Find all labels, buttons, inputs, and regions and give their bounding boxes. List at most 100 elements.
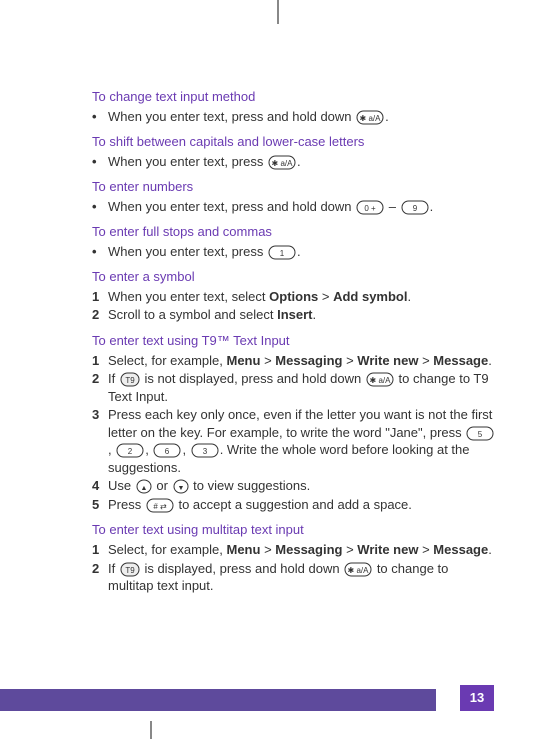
bold-text: Insert xyxy=(277,307,312,322)
page-crop-mark-bottom xyxy=(150,721,152,739)
key-aA-icon: ✱ a/A xyxy=(344,562,372,577)
bold-text: Message xyxy=(433,542,488,557)
step-item: •When you enter text, press and hold dow… xyxy=(92,108,496,126)
step-marker: • xyxy=(92,198,108,216)
step-list: •When you enter text, press and hold dow… xyxy=(92,198,496,216)
svg-text:▲: ▲ xyxy=(140,485,147,492)
step-item: 2Scroll to a symbol and select Insert. xyxy=(92,306,496,324)
bold-text: Add symbol xyxy=(333,289,407,304)
step-list: •When you enter text, press 1. xyxy=(92,243,496,261)
svg-text:3: 3 xyxy=(202,447,207,456)
key-up-icon: ▲ xyxy=(136,479,152,494)
page-crop-mark-top xyxy=(277,0,279,24)
key-aA-icon: ✱ a/A xyxy=(356,110,384,125)
step-marker: 2 xyxy=(92,306,108,324)
svg-text:✱ a/A: ✱ a/A xyxy=(348,566,370,575)
svg-text:T9: T9 xyxy=(125,376,135,385)
step-marker: 1 xyxy=(92,352,108,370)
section-title: To change text input method xyxy=(92,88,496,106)
section-title: To enter numbers xyxy=(92,178,496,196)
section-title: To enter a symbol xyxy=(92,268,496,286)
bold-text: Message xyxy=(433,353,488,368)
page-content: To change text input method•When you ent… xyxy=(0,0,556,595)
bold-text: Options xyxy=(269,289,318,304)
bold-text: Write new xyxy=(357,353,418,368)
step-item: 1When you enter text, select Options > A… xyxy=(92,288,496,306)
section-title: To enter text using T9™ Text Input xyxy=(92,332,496,350)
key-hash-icon: # ⇄ xyxy=(146,498,174,513)
svg-text:T9: T9 xyxy=(125,566,135,575)
key-9-icon: 9 xyxy=(401,200,429,215)
svg-text:5: 5 xyxy=(478,430,483,439)
key-2-icon: 2 xyxy=(116,443,144,458)
step-body: Scroll to a symbol and select Insert. xyxy=(108,306,496,324)
svg-text:6: 6 xyxy=(165,447,170,456)
step-item: 3Press each key only once, even if the l… xyxy=(92,406,496,476)
step-body: If T9 is displayed, press and hold down … xyxy=(108,560,496,595)
step-marker: • xyxy=(92,153,108,171)
step-marker: 5 xyxy=(92,496,108,514)
step-item: 2If T9 is displayed, press and hold down… xyxy=(92,560,496,595)
step-marker: 4 xyxy=(92,477,108,495)
svg-text:9: 9 xyxy=(412,204,417,213)
step-body: When you enter text, press 1. xyxy=(108,243,496,261)
step-item: 4Use ▲ or ▼ to view suggestions. xyxy=(92,477,496,495)
step-list: 1Select, for example, Menu > Messaging >… xyxy=(92,541,496,595)
step-list: •When you enter text, press and hold dow… xyxy=(92,108,496,126)
step-body: Press each key only once, even if the le… xyxy=(108,406,496,476)
step-item: •When you enter text, press ✱ a/A. xyxy=(92,153,496,171)
step-body: Select, for example, Menu > Messaging > … xyxy=(108,352,496,370)
step-body: Press # ⇄ to accept a suggestion and add… xyxy=(108,496,496,514)
section-title: To shift between capitals and lower-case… xyxy=(92,133,496,151)
svg-text:# ⇄: # ⇄ xyxy=(153,502,167,511)
step-body: If T9 is not displayed, press and hold d… xyxy=(108,370,496,405)
step-item: 5Press # ⇄ to accept a suggestion and ad… xyxy=(92,496,496,514)
step-list: •When you enter text, press ✱ a/A. xyxy=(92,153,496,171)
bold-text: Menu xyxy=(227,353,261,368)
bold-text: Menu xyxy=(227,542,261,557)
bold-text: Messaging xyxy=(275,542,342,557)
bold-text: Messaging xyxy=(275,353,342,368)
step-marker: • xyxy=(92,243,108,261)
key-3-icon: 3 xyxy=(191,443,219,458)
step-body: When you enter text, press and hold down… xyxy=(108,198,496,216)
step-marker: • xyxy=(92,108,108,126)
key-1-icon: 1 xyxy=(268,245,296,260)
key-down-icon: ▼ xyxy=(173,479,189,494)
section-title: To enter text using multitap text input xyxy=(92,521,496,539)
page-footer: 13 xyxy=(0,685,556,711)
step-body: When you enter text, press ✱ a/A. xyxy=(108,153,496,171)
step-body: When you enter text, select Options > Ad… xyxy=(108,288,496,306)
svg-text:✱ a/A: ✱ a/A xyxy=(360,114,382,123)
svg-text:1: 1 xyxy=(280,249,285,258)
key-aA-icon: ✱ a/A xyxy=(366,372,394,387)
step-item: 2If T9 is not displayed, press and hold … xyxy=(92,370,496,405)
key-6-icon: 6 xyxy=(153,443,181,458)
step-marker: 3 xyxy=(92,406,108,424)
step-item: 1Select, for example, Menu > Messaging >… xyxy=(92,541,496,559)
svg-text:▼: ▼ xyxy=(177,485,184,492)
step-marker: 2 xyxy=(92,370,108,388)
step-list: 1Select, for example, Menu > Messaging >… xyxy=(92,352,496,514)
section-title: To enter full stops and commas xyxy=(92,223,496,241)
step-marker: 2 xyxy=(92,560,108,578)
svg-text:✱ a/A: ✱ a/A xyxy=(272,159,294,168)
key-T9-icon: T9 xyxy=(120,372,140,387)
step-marker: 1 xyxy=(92,541,108,559)
key-5-icon: 5 xyxy=(466,426,494,441)
svg-text:0 +: 0 + xyxy=(364,204,376,213)
footer-bar xyxy=(0,689,436,711)
bold-text: Write new xyxy=(357,542,418,557)
step-item: •When you enter text, press 1. xyxy=(92,243,496,261)
step-item: 1Select, for example, Menu > Messaging >… xyxy=(92,352,496,370)
page-number: 13 xyxy=(460,685,494,711)
key-0-icon: 0 + xyxy=(356,200,384,215)
step-body: Select, for example, Menu > Messaging > … xyxy=(108,541,496,559)
key-aA-icon: ✱ a/A xyxy=(268,155,296,170)
step-body: Use ▲ or ▼ to view suggestions. xyxy=(108,477,496,495)
svg-text:2: 2 xyxy=(128,447,133,456)
step-list: 1When you enter text, select Options > A… xyxy=(92,288,496,324)
step-item: •When you enter text, press and hold dow… xyxy=(92,198,496,216)
svg-text:✱ a/A: ✱ a/A xyxy=(369,376,391,385)
step-marker: 1 xyxy=(92,288,108,306)
